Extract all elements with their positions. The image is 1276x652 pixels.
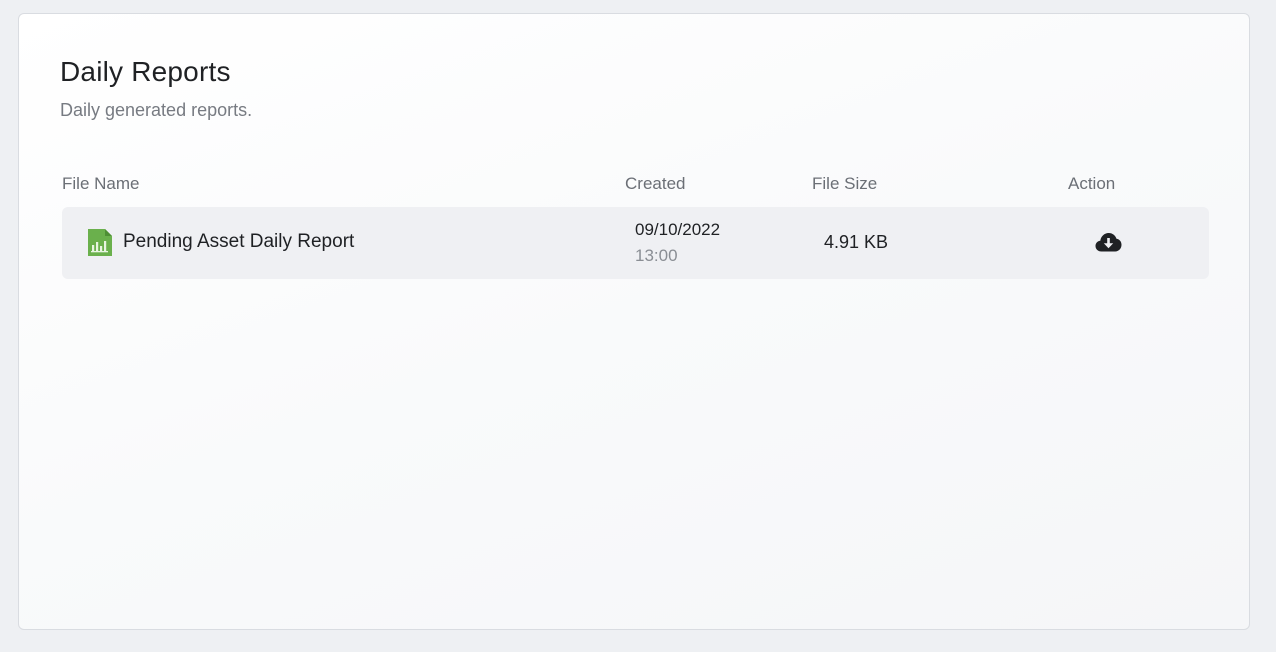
column-header-file-name: File Name: [62, 174, 140, 193]
column-header-created: Created: [625, 174, 686, 193]
table-row: Pending Asset Daily Report 09/10/2022 13…: [62, 207, 1209, 279]
page-title: Daily Reports: [60, 56, 231, 87]
page-subtitle: Daily generated reports.: [60, 100, 253, 120]
spreadsheet-file-icon: [88, 229, 112, 256]
created-time: 13:00: [635, 246, 678, 265]
column-header-file-size: File Size: [812, 174, 878, 193]
file-name: Pending Asset Daily Report: [123, 231, 355, 252]
download-button[interactable]: [1094, 230, 1122, 254]
file-size: 4.91 KB: [824, 232, 889, 252]
daily-reports-panel: Daily Reports Daily generated reports. F…: [18, 13, 1250, 630]
created-date: 09/10/2022: [635, 220, 721, 239]
cloud-download-icon[interactable]: [1095, 232, 1122, 252]
column-header-action: Action: [1068, 174, 1116, 193]
